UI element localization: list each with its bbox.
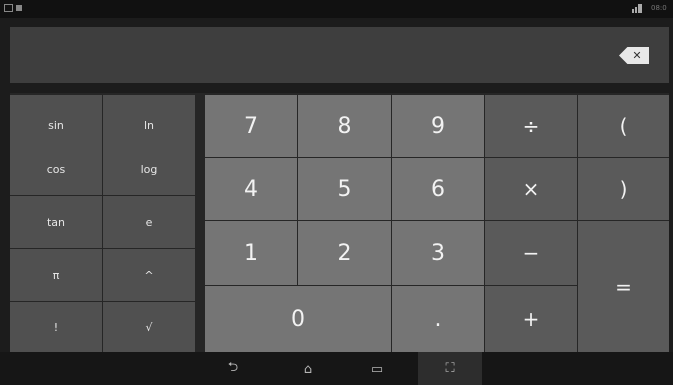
status-bar: 08:0: [0, 0, 673, 18]
digit-0-button[interactable]: 0: [205, 286, 391, 352]
digit-5-button[interactable]: 5: [298, 158, 391, 220]
digit-4-button[interactable]: 4: [205, 158, 297, 220]
power-button[interactable]: ^: [103, 249, 195, 301]
home-icon[interactable]: ⌂: [293, 361, 323, 377]
log-button[interactable]: log: [103, 143, 195, 195]
digit-6-button[interactable]: 6: [392, 158, 484, 220]
wifi-signal-icon: [632, 4, 642, 13]
decimal-point-button[interactable]: .: [392, 286, 484, 352]
pi-button[interactable]: π: [10, 249, 102, 301]
divide-button[interactable]: ÷: [485, 95, 577, 157]
add-button[interactable]: +: [485, 286, 577, 352]
factorial-button[interactable]: !: [10, 302, 102, 352]
tan-button[interactable]: tan: [10, 196, 102, 248]
multiply-button[interactable]: ×: [485, 158, 577, 220]
e-button[interactable]: e: [103, 196, 195, 248]
digit-2-button[interactable]: 2: [298, 221, 391, 285]
gallery-notification-icon: [4, 4, 13, 12]
digit-9-button[interactable]: 9: [392, 95, 484, 157]
clock: 08:0: [651, 4, 667, 12]
right-paren-button[interactable]: ): [578, 158, 669, 220]
screenshot-icon[interactable]: ⛶: [418, 352, 482, 385]
left-paren-button[interactable]: (: [578, 95, 669, 157]
recents-icon[interactable]: ▭: [362, 361, 392, 377]
digit-3-button[interactable]: 3: [392, 221, 484, 285]
calculator-display[interactable]: [10, 27, 669, 83]
navigation-bar: ⮌ ⌂ ▭ ⛶: [0, 352, 673, 385]
subtract-button[interactable]: −: [485, 221, 577, 285]
digit-8-button[interactable]: 8: [298, 95, 391, 157]
digit-7-button[interactable]: 7: [205, 95, 297, 157]
digit-1-button[interactable]: 1: [205, 221, 297, 285]
app-notification-icon: [16, 5, 22, 11]
cos-button[interactable]: cos: [10, 143, 102, 195]
sqrt-button[interactable]: √: [103, 302, 195, 352]
back-icon[interactable]: ⮌: [218, 360, 248, 377]
equals-button[interactable]: =: [578, 221, 669, 352]
